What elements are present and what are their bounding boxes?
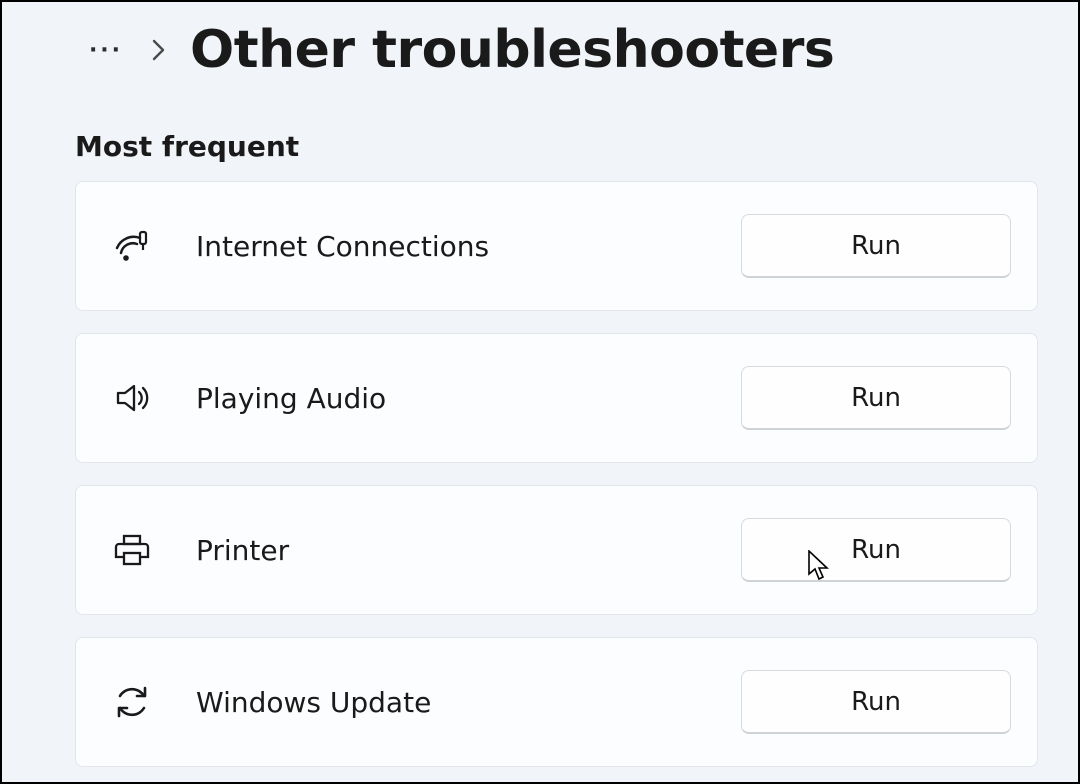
run-button-playing-audio[interactable]: Run <box>741 366 1011 430</box>
run-button-printer[interactable]: Run <box>741 518 1011 582</box>
wifi-icon <box>112 226 152 266</box>
troubleshooter-internet-connections: Internet Connections Run <box>75 181 1038 311</box>
section-heading-most-frequent: Most frequent <box>75 130 1078 163</box>
breadcrumb-more-button[interactable]: ··· <box>84 28 128 72</box>
chevron-right-icon <box>152 39 166 61</box>
troubleshooter-windows-update: Windows Update Run <box>75 637 1038 767</box>
page-title: Other troubleshooters <box>190 20 834 80</box>
troubleshooter-label: Printer <box>196 534 741 567</box>
troubleshooter-label: Windows Update <box>196 686 741 719</box>
run-button-windows-update[interactable]: Run <box>741 670 1011 734</box>
troubleshooter-playing-audio: Playing Audio Run <box>75 333 1038 463</box>
speaker-icon <box>112 378 152 418</box>
printer-icon <box>112 530 152 570</box>
troubleshooter-list: Internet Connections Run Playing Audio R… <box>2 181 1078 767</box>
troubleshooter-label: Playing Audio <box>196 382 741 415</box>
troubleshooter-printer: Printer Run <box>75 485 1038 615</box>
troubleshooter-label: Internet Connections <box>196 230 741 263</box>
run-button-internet-connections[interactable]: Run <box>741 214 1011 278</box>
refresh-icon <box>112 682 152 722</box>
page-header: ··· Other troubleshooters <box>2 2 1078 80</box>
